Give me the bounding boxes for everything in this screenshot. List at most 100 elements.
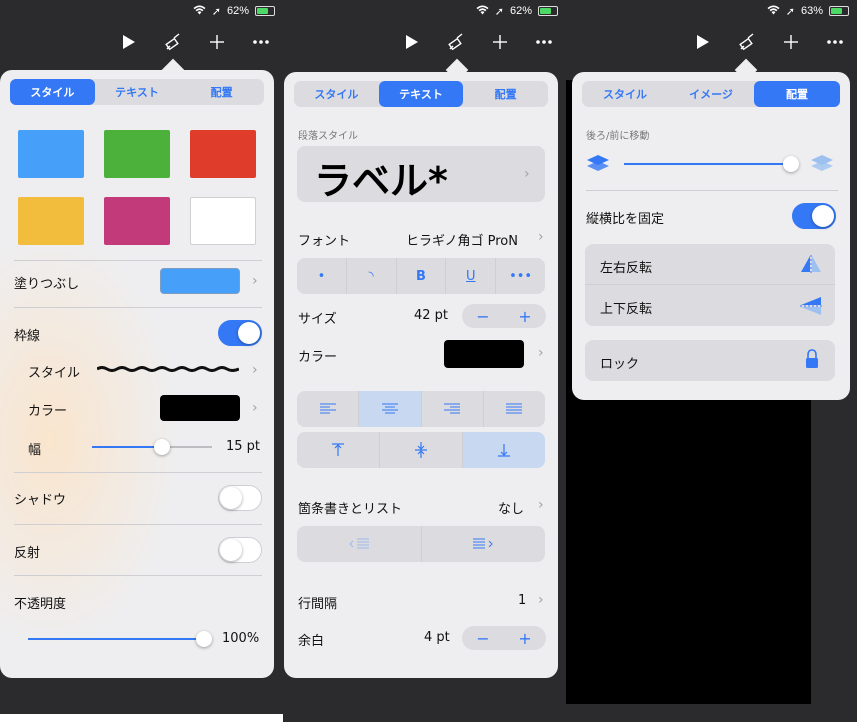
color-swatch[interactable] — [104, 130, 170, 178]
canvas-white-edge — [0, 714, 283, 722]
chevron-right-icon: › — [538, 497, 544, 513]
fill-label: 塗りつぶし — [14, 277, 80, 292]
align-bottom-icon[interactable] — [462, 432, 545, 468]
opacity-slider[interactable] — [28, 631, 212, 647]
battery-icon — [829, 6, 849, 16]
send-back-icon[interactable] — [586, 154, 610, 176]
indent-buttons — [297, 526, 545, 562]
more-format-button[interactable]: ••• — [495, 258, 545, 294]
plus-icon[interactable] — [491, 33, 509, 51]
bold-button[interactable]: B — [395, 258, 446, 294]
flip-vertical-icon — [800, 296, 822, 320]
more-icon[interactable] — [535, 33, 553, 51]
reflection-toggle[interactable] — [218, 537, 262, 563]
status-bar: ➚ 63% — [767, 0, 849, 22]
battery-percent: 63% — [800, 5, 823, 17]
wifi-icon — [767, 5, 780, 18]
flip-vertical-button[interactable] — [585, 285, 835, 326]
status-bar: ➚ 62% — [476, 0, 558, 22]
border-toggle[interactable] — [218, 320, 262, 346]
tab-style[interactable]: スタイル — [582, 81, 668, 107]
play-icon[interactable] — [403, 33, 421, 51]
format-popover-text: スタイル テキスト 配置 段落スタイル ラベル* › フォント ヒラギノ角ゴ P… — [284, 72, 558, 678]
plus-icon[interactable] — [208, 33, 226, 51]
bring-front-icon[interactable] — [810, 154, 834, 176]
divider — [14, 575, 262, 576]
tab-text[interactable]: テキスト — [95, 79, 180, 105]
color-swatch[interactable] — [190, 130, 256, 178]
indent-icon[interactable] — [420, 526, 546, 562]
flip-horizontal-icon — [800, 255, 822, 277]
chevron-right-icon: › — [538, 229, 544, 245]
location-icon: ➚ — [494, 5, 504, 18]
align-left-icon[interactable] — [297, 391, 358, 427]
color-swatch[interactable] — [18, 130, 84, 178]
divider — [14, 472, 262, 473]
font-style-button[interactable]: • — [297, 258, 346, 294]
wifi-icon — [476, 5, 489, 18]
border-color-well[interactable] — [160, 395, 240, 421]
location-icon: ➚ — [785, 5, 795, 18]
size-decrease-button[interactable]: − — [462, 304, 504, 328]
play-icon[interactable] — [120, 33, 138, 51]
tab-bar: スタイル イメージ 配置 — [582, 81, 840, 107]
size-increase-button[interactable]: + — [504, 304, 546, 328]
flip-horizontal-label: 左右反転 — [600, 261, 653, 276]
lock-aspect-label: 縦横比を固定 — [586, 212, 665, 227]
fill-color-well[interactable] — [160, 268, 240, 294]
color-swatch[interactable] — [18, 197, 84, 245]
border-style-preview[interactable] — [97, 366, 239, 372]
reflection-label: 反射 — [14, 546, 41, 561]
tab-arrange[interactable]: 配置 — [754, 81, 840, 107]
more-icon[interactable] — [252, 33, 270, 51]
margin-decrease-button[interactable]: − — [462, 626, 504, 650]
play-icon[interactable] — [694, 33, 712, 51]
paragraph-style-label: 段落スタイル — [298, 131, 358, 142]
margin-value: 4 pt — [424, 630, 450, 645]
underline-button[interactable]: U — [445, 258, 495, 294]
tab-style[interactable]: スタイル — [294, 81, 379, 107]
character-style-button[interactable]: ◝ — [345, 258, 396, 294]
text-color-well[interactable] — [444, 340, 524, 368]
color-swatch[interactable] — [104, 197, 170, 245]
tab-image[interactable]: イメージ — [668, 81, 754, 107]
width-slider[interactable] — [92, 439, 212, 455]
align-center-icon[interactable] — [358, 391, 421, 427]
outdent-icon[interactable] — [297, 526, 421, 562]
lock-aspect-toggle[interactable] — [792, 203, 836, 229]
align-middle-icon[interactable] — [379, 432, 462, 468]
tab-text[interactable]: テキスト — [378, 81, 464, 107]
tab-bar: スタイル テキスト 配置 — [10, 79, 264, 105]
toolbar — [120, 28, 270, 56]
tab-arrange[interactable]: 配置 — [463, 81, 548, 107]
margin-label: 余白 — [298, 634, 325, 649]
size-label: サイズ — [298, 312, 337, 327]
size-value: 42 pt — [414, 308, 449, 323]
align-justify-icon[interactable] — [482, 391, 545, 427]
margin-increase-button[interactable]: + — [504, 626, 546, 650]
width-label: 幅 — [28, 443, 42, 458]
tab-style[interactable]: スタイル — [10, 79, 95, 105]
status-bar: ➚ 62% — [193, 0, 275, 22]
tab-arrange[interactable]: 配置 — [179, 79, 264, 105]
move-slider[interactable] — [624, 156, 799, 172]
text-format-buttons: • ◝ B U ••• — [297, 258, 545, 294]
plus-icon[interactable] — [782, 33, 800, 51]
lock-icon — [805, 349, 819, 373]
shadow-toggle[interactable] — [218, 485, 262, 511]
divider — [14, 307, 262, 308]
color-swatch[interactable] — [190, 197, 256, 245]
align-right-icon[interactable] — [420, 391, 483, 427]
align-top-icon[interactable] — [297, 432, 379, 468]
paintbrush-icon[interactable] — [447, 33, 465, 51]
paragraph-style-value: ラベル* — [314, 159, 448, 203]
line-spacing-value[interactable]: 1 — [518, 593, 526, 608]
chevron-right-icon: › — [524, 166, 530, 182]
font-value[interactable]: ヒラギノ角ゴ ProN — [406, 230, 518, 249]
paintbrush-icon[interactable] — [738, 33, 756, 51]
canvas-right-strip — [812, 400, 857, 722]
more-icon[interactable] — [826, 33, 844, 51]
bullets-value[interactable]: なし — [498, 498, 524, 517]
paintbrush-icon[interactable] — [164, 33, 182, 51]
text-color-label: カラー — [298, 350, 338, 365]
